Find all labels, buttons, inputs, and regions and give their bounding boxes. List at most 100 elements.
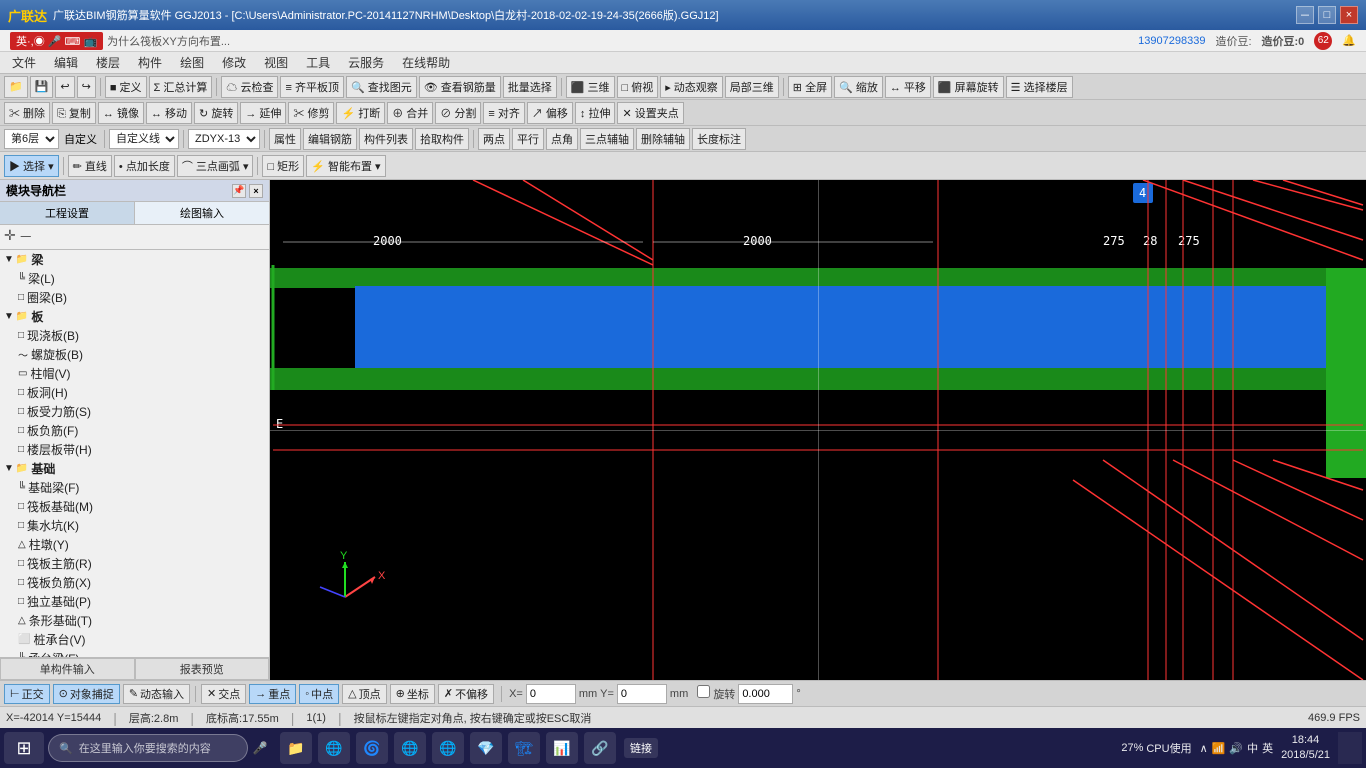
tree-item-luoxuanb[interactable]: 〜螺旋板(B) [0,345,269,364]
btn-open[interactable]: 📁 [4,76,28,98]
menu-tools[interactable]: 工具 [298,52,338,73]
menu-edit[interactable]: 编辑 [46,52,86,73]
btn-copy[interactable]: ⎘ 复制 [52,102,96,124]
component-selector[interactable]: ZDYX-13 [188,129,260,149]
start-button[interactable]: ⊞ [4,732,44,764]
btn-screen-rotate[interactable]: ⬛ 屏幕旋转 [933,76,1004,98]
tree-item-loubandai[interactable]: □楼层板带(H) [0,440,269,459]
btn-point-angle[interactable]: 点角 [546,128,578,150]
btn-top-view[interactable]: □ 俯视 [617,76,659,98]
taskbar-link[interactable]: 🔗 [584,732,616,764]
btn-length-mark[interactable]: 长度标注 [692,128,746,150]
taskbar-clock[interactable]: 18:44 2018/5/21 [1281,733,1330,764]
btn-view-rebar[interactable]: 👁 查看钢筋量 [419,76,501,98]
y-coord-input[interactable] [617,684,667,704]
taskbar-edge[interactable]: 🌐 [318,732,350,764]
btn-three-point-aux[interactable]: 三点辅轴 [580,128,634,150]
btn-align[interactable]: ≡ 对齐 [483,102,524,124]
tree-item-jishukengK[interactable]: □集水坑(K) [0,516,269,535]
phone-number[interactable]: 13907298339 [1138,35,1205,47]
btn-save[interactable]: 💾 [30,76,54,98]
snap-center[interactable]: ◦ 中点 [299,684,339,704]
minimize-button[interactable]: － [1296,6,1314,24]
tree-item-zhumao[interactable]: ▭柱帽(V) [0,364,269,383]
close-button[interactable]: × [1340,6,1358,24]
taskbar-browser3[interactable]: 🌐 [432,732,464,764]
tree-item-fabanjichuM[interactable]: □筏板基础(M) [0,497,269,516]
btn-split[interactable]: ⊘ 分割 [435,102,481,124]
btn-calc[interactable]: Σ 汇总计算 [149,76,213,98]
microphone-button[interactable]: 🎤 [252,732,268,764]
btn-pick-component[interactable]: 拾取构件 [415,128,469,150]
snap-intersection[interactable]: ✕ 交点 [201,684,246,704]
snap-orthogonal[interactable]: ⊢ 正交 [4,684,50,704]
snap-dynamic[interactable]: ✎ 动态输入 [123,684,190,704]
search-bar[interactable]: 🔍 在这里输入你要搜索的内容 [48,734,248,762]
tree-item-chengTaiLiangF[interactable]: ╚承台梁(F) [0,649,269,657]
sidebar-remove-btn[interactable]: － [19,227,33,247]
btn-delete[interactable]: ✂ 删除 [4,102,50,124]
tree-item-xianjiaob[interactable]: □现浇板(B) [0,326,269,345]
btn-stretch[interactable]: ↕ 拉伸 [575,102,616,124]
snap-vertex[interactable]: △ 顶点 [342,684,386,704]
btn-select-floor[interactable]: ☰ 选择楼层 [1006,76,1073,98]
btn-orbit[interactable]: ▸ 动态观察 [660,76,723,98]
btn-component-list[interactable]: 构件列表 [359,128,413,150]
btn-fullscreen[interactable]: ⊞ 全屏 [788,76,832,98]
sidebar-add-btn[interactable]: ✛ [4,227,16,247]
btn-align-top[interactable]: ≡ 齐平板顶 [280,76,343,98]
tab-project-settings[interactable]: 工程设置 [0,202,135,224]
btn-move[interactable]: ↔ 移动 [146,102,192,124]
sidebar-close-btn[interactable]: × [249,184,263,198]
btn-pan[interactable]: ↔ 平移 [885,76,931,98]
taskbar-link-label[interactable]: 链接 [624,738,658,758]
btn-set-grip[interactable]: ✕ 设置夹点 [617,102,683,124]
menu-component[interactable]: 构件 [130,52,170,73]
btn-single-component[interactable]: 单构件输入 [0,658,135,680]
snap-object[interactable]: ⊙ 对象捕捉 [53,684,120,704]
tree-item-bandong[interactable]: □板洞(H) [0,383,269,402]
menu-file[interactable]: 文件 [4,52,44,73]
notif-text[interactable]: 为什么筏板XY方向布置... [107,33,230,49]
btn-find-element[interactable]: 🔍 查找图元 [346,76,417,98]
btn-define[interactable]: ■ 定义 [105,76,147,98]
btn-break[interactable]: ⚡ 打断 [336,102,385,124]
btn-undo[interactable]: ↩ [55,76,74,98]
btn-trim[interactable]: ✂ 修剪 [288,102,334,124]
sidebar-pin-btn[interactable]: 📌 [232,184,246,198]
tree-folder-slab[interactable]: ▼ 📁 板 [0,307,269,326]
btn-report-preview[interactable]: 报表预览 [135,658,270,680]
btn-smart-layout[interactable]: ⚡ 智能布置 ▾ [306,155,385,177]
btn-local-3d[interactable]: 局部三维 [725,76,779,98]
btn-parallel[interactable]: 平行 [512,128,544,150]
menu-view[interactable]: 视图 [256,52,296,73]
btn-zoom[interactable]: 🔍 缩放 [834,76,883,98]
snap-no-offset[interactable]: ✗ 不偏移 [438,684,494,704]
show-desktop-btn[interactable] [1338,732,1362,764]
tree-item-quanliang-b[interactable]: □ 圈梁(B) [0,288,269,307]
btn-properties[interactable]: 属性 [269,128,301,150]
menu-modify[interactable]: 修改 [214,52,254,73]
snap-midpoint[interactable]: → 重点 [249,684,296,704]
snap-coordinate[interactable]: ⊕ 坐标 [390,684,435,704]
line-type-selector[interactable]: 自定义线 [109,129,179,149]
maximize-button[interactable]: □ [1318,6,1336,24]
tree-folder-beam[interactable]: ▼ 📁 梁 [0,250,269,269]
tab-drawing-input[interactable]: 绘图输入 [135,202,269,224]
taskbar-app1[interactable]: 💎 [470,732,502,764]
tree-folder-foundation[interactable]: ▼ 📁 基础 [0,459,269,478]
btn-edit-rebar[interactable]: 编辑钢筋 [303,128,357,150]
taskbar-explorer[interactable]: 📁 [280,732,312,764]
tree-item-liang-l[interactable]: ╚ 梁(L) [0,269,269,288]
btn-rectangle[interactable]: □ 矩形 [262,155,304,177]
btn-batch-select[interactable]: 批量选择 [503,76,557,98]
sougou-btn[interactable]: 英·,◉ 🎤 ⌨ 📺 [10,32,103,50]
tree-item-dulijijichuP[interactable]: □独立基础(P) [0,592,269,611]
taskbar-browser2[interactable]: 🌐 [394,732,426,764]
btn-redo[interactable]: ↪ [77,76,96,98]
tree-item-fabanjinX[interactable]: □筏板负筋(X) [0,573,269,592]
taskbar-glodon[interactable]: 🏗 [508,732,540,764]
x-coord-input[interactable] [526,684,576,704]
btn-line[interactable]: ✏ 直线 [68,155,112,177]
tray-up-arrow[interactable]: ∧ [1200,742,1208,755]
